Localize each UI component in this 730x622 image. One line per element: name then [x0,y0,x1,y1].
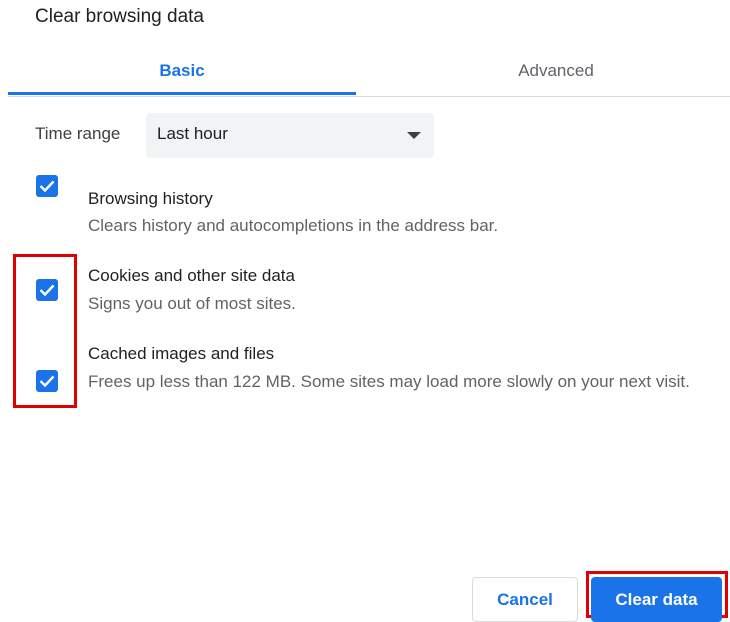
dialog-title: Clear browsing data [35,6,204,27]
tab-active-indicator [8,92,356,95]
option-description: Frees up less than 122 MB. Some sites ma… [88,372,690,391]
option-title: Cookies and other site data [88,266,295,285]
browsing-history-checkbox[interactable] [36,175,58,197]
time-range-value: Last hour [157,124,228,143]
checkmark-icon [39,180,55,193]
time-range-label: Time range [35,124,121,143]
option-description: Clears history and autocompletions in th… [88,216,499,235]
cancel-button[interactable]: Cancel [472,577,578,622]
time-range-select[interactable]: Last hour [146,113,434,158]
tab-basic-label: Basic [159,61,205,80]
option-description: Signs you out of most sites. [88,294,296,313]
option-title: Browsing history [88,189,213,208]
tab-divider [8,96,730,97]
highlight-box-checkboxes [13,254,77,408]
caret-down-icon [407,132,421,139]
tab-bar: Basic Advanced [8,48,730,97]
tab-advanced-label: Advanced [518,61,594,80]
tab-basic[interactable]: Basic [8,48,356,95]
option-title: Cached images and files [88,344,275,363]
clear-data-button[interactable]: Clear data [591,577,722,622]
tab-advanced[interactable]: Advanced [382,48,730,94]
